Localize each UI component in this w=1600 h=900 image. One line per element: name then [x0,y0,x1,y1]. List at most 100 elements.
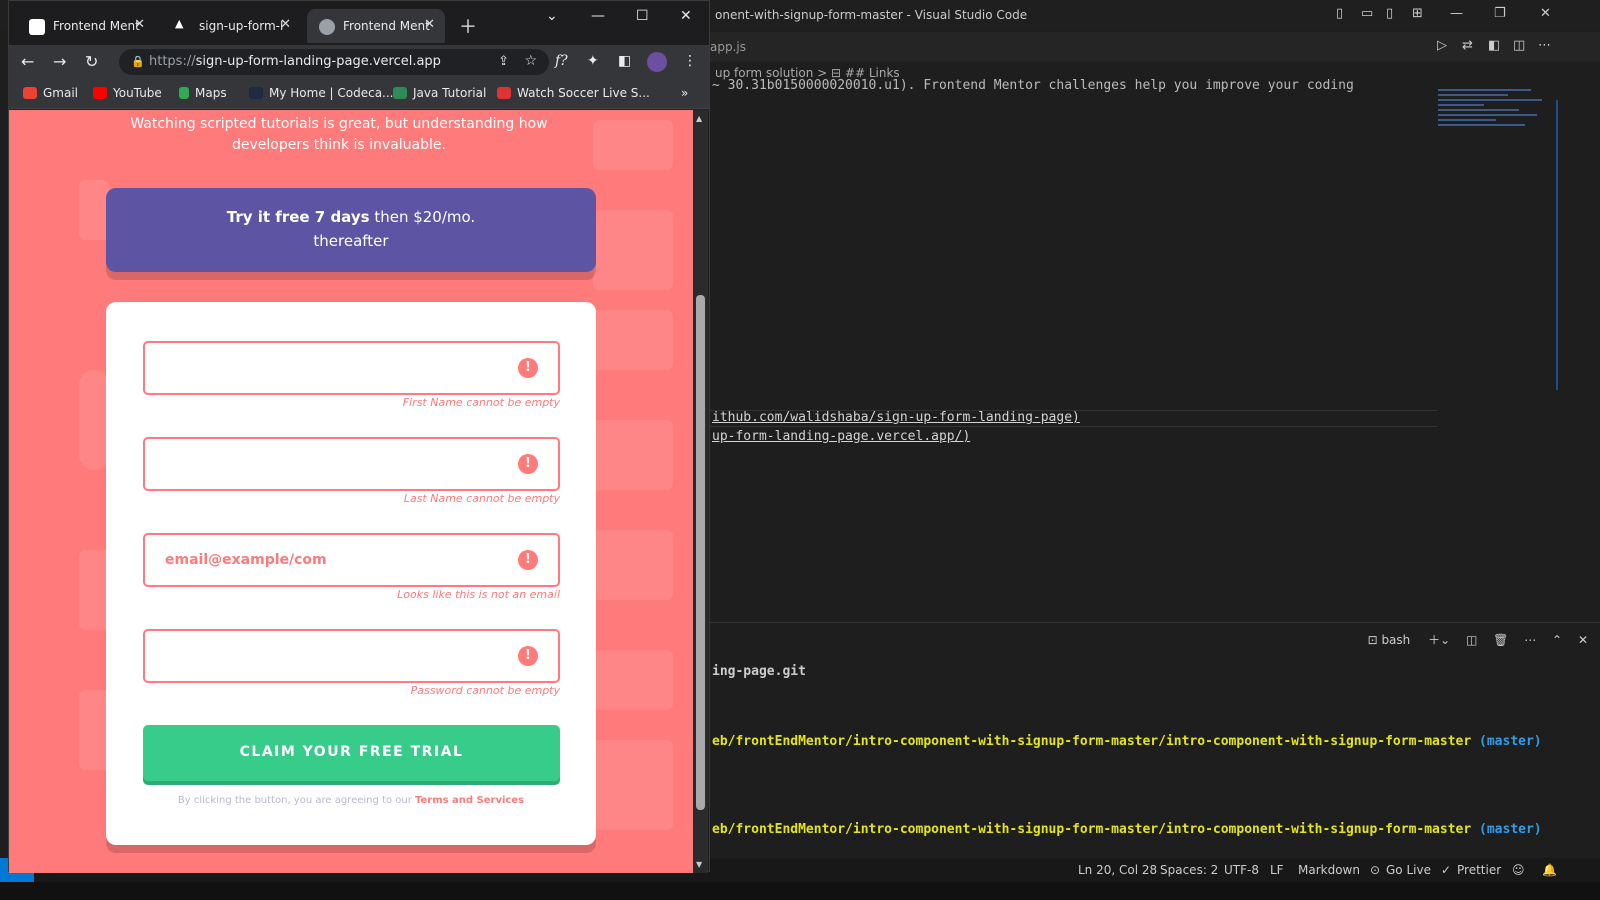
scroll-up-icon[interactable]: ▲ [696,114,702,123]
minimize-icon[interactable]: — [1450,6,1463,21]
trial-banner-price: then $20/mo. [369,208,476,226]
lock-icon[interactable]: 🔒 [131,55,145,68]
background-pattern [593,420,673,490]
terms-text: By clicking the button, you are agreeing… [106,795,596,806]
menu-icon[interactable]: ⋮ [683,53,697,69]
maximize-panel-icon[interactable]: ⌃ [1552,633,1562,647]
editor-tab-appjs[interactable]: app.js [710,40,746,54]
youtube-icon [93,87,107,99]
tab-search-icon[interactable]: ⌄ [546,8,558,24]
more-icon[interactable]: ⋯ [1524,633,1536,647]
url-host: sign-up-form-landing-page.vercel.app [195,54,441,69]
bookmark-youtube[interactable]: YouTube [93,86,162,100]
bookmark-codecademy[interactable]: My Home | Codeca... [249,86,394,100]
terminal-line: eb/frontEndMentor/intro-component-with-s… [712,822,1542,837]
background-pattern [79,550,109,630]
last-name-input[interactable]: ! [143,437,560,491]
maps-icon [179,87,189,99]
preview-icon[interactable]: ◧ [1488,38,1500,53]
first-name-input[interactable]: ! [143,341,560,395]
layout-secondary-icon[interactable]: ▯ [1386,6,1393,21]
vercel-favicon: ▲ [175,17,184,30]
code-link-github: ithub.com/walidshaba/sign-up-form-landin… [712,410,1080,425]
background-pattern [593,530,673,600]
new-tab-button[interactable]: ＋ [459,13,477,39]
tab-label: Frontend Ment [343,19,430,33]
close-icon[interactable]: ✕ [1540,6,1551,21]
split-terminal-icon[interactable]: ◫ [1466,633,1477,647]
extensions-icon[interactable]: ✦ [587,53,599,69]
bookmark-java-tutorial[interactable]: Java Tutorial [393,86,486,100]
check-icon: ✓ [1441,863,1452,877]
share-icon[interactable]: ⇪ [498,54,509,69]
email-value: email@example/com [165,552,327,568]
layout-customize-icon[interactable]: ⊞ [1412,6,1423,21]
error-icon: ! [518,358,538,378]
terminal-line: eb/frontEndMentor/intro-component-with-s… [712,734,1542,749]
code-link-vercel: up-form-landing-page.vercel.app/) [712,429,971,444]
cursor-position[interactable]: Ln 20, Col 28 [1078,863,1157,877]
browser-tab[interactable]: Frontend Ment ✕ [17,9,155,43]
tab-label: sign-up-form-l [199,19,284,33]
close-tab-icon[interactable]: ✕ [280,17,291,32]
intro-line: developers think is invaluable. [232,137,446,153]
trash-icon[interactable]: 🗑 [1493,633,1508,647]
terminal-shell-label[interactable]: bash [1381,633,1410,647]
side-panel-icon[interactable]: ◧ [618,53,631,69]
intro-text: Watching scripted tutorials is great, bu… [9,114,669,156]
address-bar[interactable]: 🔒 https://sign-up-form-landing-page.verc… [119,49,549,75]
background-pattern [593,210,673,290]
close-tab-icon[interactable]: ✕ [424,17,435,32]
last-name-error: Last Name cannot be empty [403,492,560,505]
bookmark-maps[interactable]: Maps [179,86,227,100]
claim-trial-button[interactable]: CLAIM YOUR FREE TRIAL [143,725,560,781]
back-icon[interactable]: ← [21,52,34,71]
indentation[interactable]: Spaces: 2 [1160,863,1218,877]
minimize-icon[interactable]: — [591,8,605,24]
bookmark-gmail[interactable]: Gmail [23,86,78,100]
close-panel-icon[interactable]: ✕ [1578,633,1588,647]
signup-form: ! First Name cannot be empty ! Last Name… [106,302,596,845]
soccer-icon [497,87,511,99]
scrollbar-thumb[interactable] [696,295,705,810]
layout-panel-icon[interactable]: ▭ [1361,6,1373,21]
minimap[interactable] [1438,86,1554,166]
terms-link[interactable]: Terms and Services [415,795,524,806]
codecademy-icon [249,87,263,99]
more-bookmarks-icon[interactable]: » [681,86,688,100]
browser-tab[interactable]: ▲ sign-up-form-l ✕ [163,9,301,43]
close-icon[interactable]: ✕ [680,8,692,24]
browser-tab-active[interactable]: Frontend Ment ✕ [307,9,445,43]
avatar[interactable] [647,52,667,72]
source-control-icon[interactable]: ⇄ [1462,38,1473,53]
prettier[interactable]: Prettier [1457,863,1501,877]
email-error: Looks like this is not an email [397,588,560,601]
star-icon[interactable]: ☆ [524,53,537,69]
language-mode[interactable]: Markdown [1298,863,1360,877]
maximize-icon[interactable]: ☐ [636,8,649,24]
encoding[interactable]: UTF-8 [1224,863,1259,877]
background-pattern [79,690,109,770]
restore-icon[interactable]: ❐ [1494,6,1506,21]
password-input[interactable]: ! [143,629,560,683]
more-actions-icon[interactable]: ⋯ [1538,38,1551,53]
editor-scrollbar[interactable] [1556,100,1559,390]
feedback-icon[interactable]: ☺ [1512,863,1525,877]
bookmark-soccer[interactable]: Watch Soccer Live S... [497,86,650,100]
split-editor-icon[interactable]: ◫ [1513,38,1525,53]
new-terminal-icon[interactable]: ＋⌄ [1428,633,1450,647]
reload-icon[interactable]: ↻ [85,52,98,71]
fontface-extension-icon[interactable]: f? [555,53,568,69]
close-tab-icon[interactable]: ✕ [134,17,145,32]
first-name-error: First Name cannot be empty [402,396,560,409]
bell-icon[interactable]: 🔔 [1542,863,1557,877]
go-live-icon[interactable]: ⊙ [1370,863,1380,877]
run-icon[interactable]: ▷ [1437,38,1447,53]
line-ending[interactable]: LF [1270,863,1284,877]
layout-sidebar-icon[interactable]: ▯ [1336,6,1343,21]
forward-icon[interactable]: → [53,52,66,71]
go-live[interactable]: Go Live [1386,863,1431,877]
scroll-down-icon[interactable]: ▼ [696,860,702,869]
page-scrollbar[interactable]: ▲ ▼ [693,110,708,873]
email-input[interactable]: email@example/com ! [143,533,560,587]
